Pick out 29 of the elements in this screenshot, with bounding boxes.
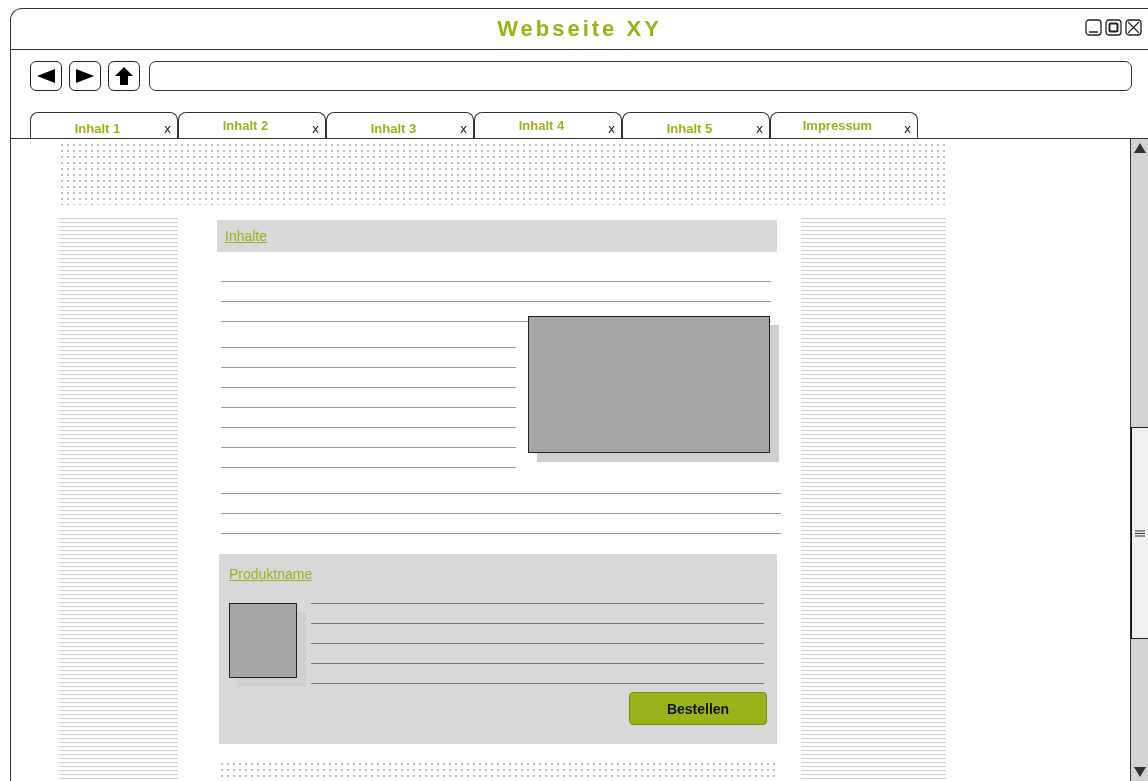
scroll-up-icon[interactable] bbox=[1132, 142, 1147, 154]
scroll-down-icon[interactable] bbox=[1132, 766, 1147, 778]
close-icon[interactable] bbox=[1125, 19, 1142, 36]
forward-arrow-icon bbox=[75, 68, 95, 84]
tab-close-button[interactable]: x bbox=[311, 121, 319, 136]
home-icon bbox=[114, 66, 134, 86]
grip-icon bbox=[1135, 529, 1145, 537]
tab-close-button[interactable]: x bbox=[903, 121, 911, 136]
tab-close-button[interactable]: x bbox=[459, 121, 467, 136]
tab-close-button[interactable]: x bbox=[163, 121, 171, 136]
back-button[interactable] bbox=[30, 61, 62, 91]
tab-close-button[interactable]: x bbox=[755, 121, 763, 136]
forward-button[interactable] bbox=[69, 61, 101, 91]
browser-tab[interactable]: Inhalt 3 x bbox=[326, 112, 474, 138]
maximize-icon[interactable] bbox=[1105, 19, 1122, 36]
order-button[interactable]: Bestellen bbox=[629, 692, 767, 725]
browser-tab[interactable]: Inhalt 1 x bbox=[30, 112, 178, 138]
back-arrow-icon bbox=[36, 68, 56, 84]
scrollbar[interactable] bbox=[1130, 139, 1148, 781]
browser-tab[interactable]: Inhalt 2 x bbox=[178, 112, 326, 138]
browser-tab[interactable]: Inhalt 5 x bbox=[622, 112, 770, 138]
window-title: Webseite XY bbox=[497, 16, 662, 42]
home-button[interactable] bbox=[108, 61, 140, 91]
tab-close-button[interactable]: x bbox=[607, 121, 615, 136]
address-field[interactable] bbox=[149, 61, 1132, 91]
browser-tab[interactable]: Inhalt 4 x bbox=[474, 112, 622, 138]
minimize-icon[interactable] bbox=[1085, 19, 1102, 36]
browser-tab[interactable]: Impressum x bbox=[770, 112, 918, 138]
scroll-thumb[interactable] bbox=[1131, 427, 1148, 639]
